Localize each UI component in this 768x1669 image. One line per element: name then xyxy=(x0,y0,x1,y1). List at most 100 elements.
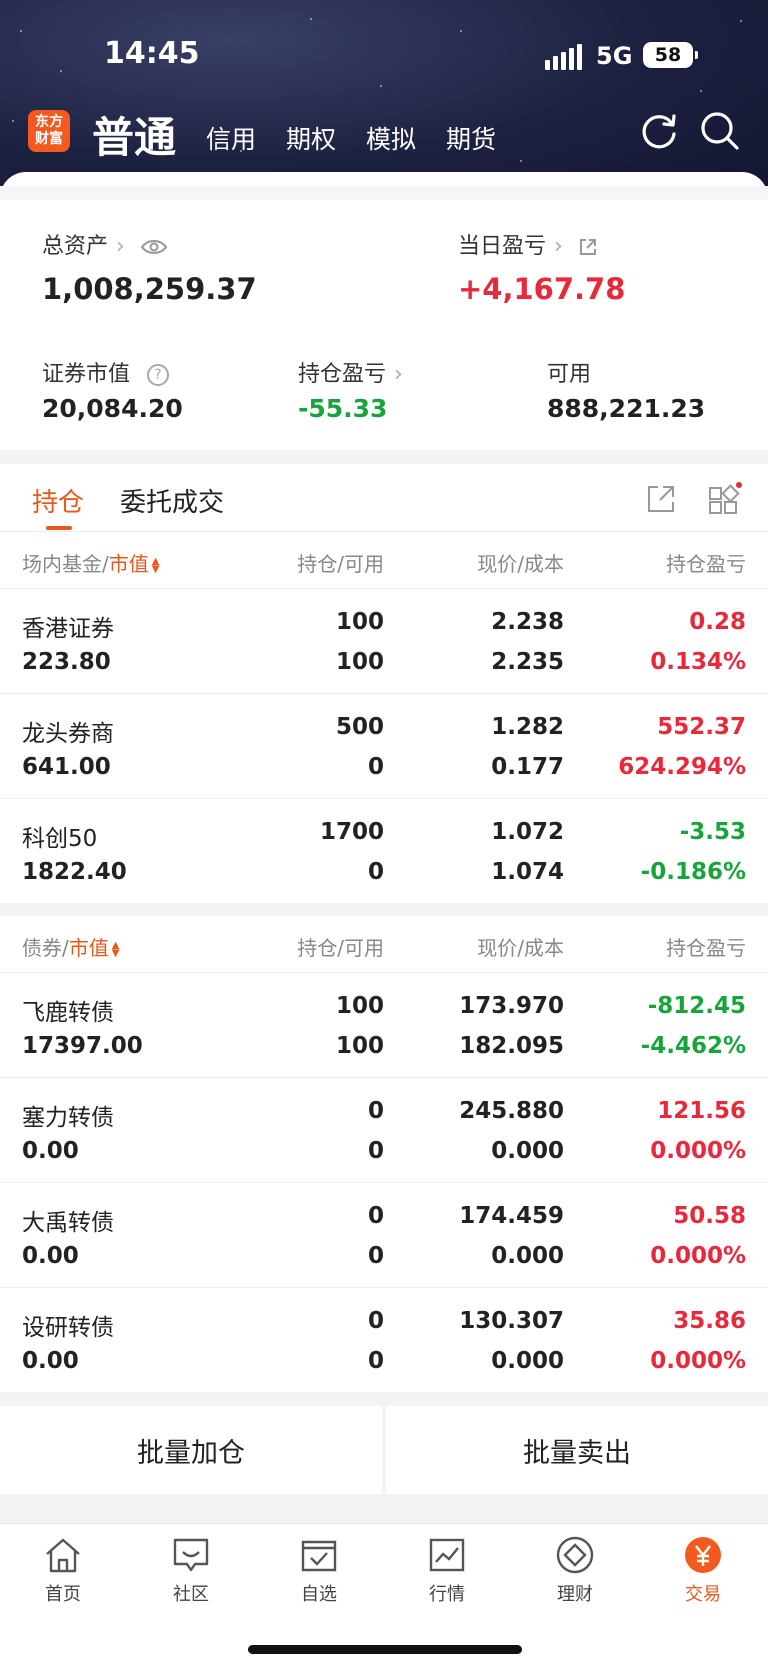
available-value: 888,221.23 xyxy=(547,394,706,423)
table-row[interactable]: 大禹转债 0.00 0 0 174.459 0.000 50.58 0.000% xyxy=(0,1182,768,1287)
table-row[interactable]: 龙头券商 641.00 500 0 1.282 0.177 552.37 624.294% xyxy=(0,693,768,798)
app-header: 14:45 5G 58 东方 财富 普通 信用 期权 模拟 期货 xyxy=(0,0,768,200)
nav-label: 社区 xyxy=(173,1584,209,1605)
tab-positions[interactable]: 持仓 xyxy=(32,482,84,519)
position-pnl-pct: 0.000% xyxy=(650,1348,746,1374)
cost-price: 0.177 xyxy=(491,754,564,780)
position-pnl-pct: 0.134% xyxy=(650,649,746,675)
nav-market[interactable]: 行情 xyxy=(397,1536,497,1606)
tab-options[interactable]: 期权 xyxy=(286,120,336,156)
price-header: 现价/成本 xyxy=(477,552,564,576)
home-indicator[interactable] xyxy=(248,1645,522,1654)
cost-price: 0.000 xyxy=(491,1138,564,1164)
cost-price: 2.235 xyxy=(491,649,564,675)
position-pnl-pct: 0.000% xyxy=(650,1243,746,1269)
refresh-icon[interactable] xyxy=(638,110,680,152)
funds-header: 场内基金/市值 ▲ ▼ 持仓/可用 现价/成本 持仓盈亏 xyxy=(0,532,768,588)
nav-label: 理财 xyxy=(557,1584,593,1605)
positions-tabs: 持仓 委托成交 xyxy=(0,464,768,532)
market-value: 641.00 xyxy=(22,754,111,780)
bonds-sort-header[interactable]: 债券/市值 ▲ ▼ xyxy=(22,932,119,961)
qty-header: 持仓/可用 xyxy=(297,552,384,576)
help-icon[interactable]: ? xyxy=(147,364,170,386)
available-qty: 100 xyxy=(335,1033,384,1059)
pnl-header: 持仓盈亏 xyxy=(666,552,746,576)
available-qty: 0 xyxy=(367,1243,384,1269)
position-pnl-pct: 0.000% xyxy=(650,1138,746,1164)
tab-credit[interactable]: 信用 xyxy=(206,120,256,156)
table-row[interactable]: 塞力转债 0.00 0 0 245.880 0.000 121.56 0.000% xyxy=(0,1077,768,1182)
price-header: 现价/成本 xyxy=(477,936,564,960)
bonds-section: 债券/市值 ▲ ▼ 持仓/可用 现价/成本 持仓盈亏 飞鹿转债 17397.00 100… xyxy=(0,916,768,1392)
position-pnl-pct: -4.462% xyxy=(640,1033,746,1059)
nav-label: 首页 xyxy=(45,1584,81,1605)
table-row[interactable]: 飞鹿转债 17397.00 100 100 173.970 182.095 -812.45 -… xyxy=(0,972,768,1077)
batch-actions: 批量加仓 批量卖出 xyxy=(0,1406,768,1494)
qty-header: 持仓/可用 xyxy=(297,936,384,960)
batch-sell-button[interactable]: 批量卖出 xyxy=(386,1406,768,1494)
nav-wealth[interactable]: 理财 xyxy=(525,1536,625,1606)
available-qty: 0 xyxy=(367,859,384,885)
tab-normal[interactable]: 普通 xyxy=(92,104,176,165)
current-price: 174.459 xyxy=(459,1203,564,1229)
nav-home[interactable]: 首页 xyxy=(13,1536,113,1606)
export-icon[interactable] xyxy=(646,484,676,514)
position-pnl: -3.53 xyxy=(679,819,746,845)
bonds-header: 债券/市值 ▲ ▼ 持仓/可用 现价/成本 持仓盈亏 xyxy=(0,916,768,972)
current-price: 173.970 xyxy=(459,993,564,1019)
position-pnl: 35.86 xyxy=(673,1308,746,1334)
current-price: 2.238 xyxy=(491,609,564,635)
funds-sort-header[interactable]: 场内基金/市值 ▲ ▼ xyxy=(22,548,159,577)
market-value: 223.80 xyxy=(22,649,111,675)
tab-orders[interactable]: 委托成交 xyxy=(120,482,224,519)
table-row[interactable]: 科创50 1822.40 1700 0 1.072 1.074 -3.53 -0.186% xyxy=(0,798,768,903)
available-label: 可用 xyxy=(547,362,592,387)
asset-summary: 总资产 › 1,008,259.37 当日盈亏 › +4,167.78 证券市值 ?… xyxy=(0,172,768,450)
nav-trade[interactable]: 交易 xyxy=(653,1536,753,1606)
nav-label: 交易 xyxy=(685,1584,721,1605)
status-time: 14:45 xyxy=(104,36,200,71)
pnl-header: 持仓盈亏 xyxy=(666,936,746,960)
position-pnl-pct: 624.294% xyxy=(618,754,746,780)
eye-icon[interactable] xyxy=(140,238,168,256)
search-icon[interactable] xyxy=(699,110,741,152)
battery-icon: 58 xyxy=(643,42,698,68)
market-value: 0.00 xyxy=(22,1348,79,1374)
current-price: 245.880 xyxy=(459,1098,564,1124)
market-value: 0.00 xyxy=(22,1138,79,1164)
grid-menu-icon[interactable] xyxy=(708,482,742,516)
position-pnl-label[interactable]: 持仓盈亏 › xyxy=(298,356,403,388)
total-assets-label[interactable]: 总资产 › xyxy=(42,228,168,260)
tab-futures[interactable]: 期货 xyxy=(446,120,496,156)
cost-price: 182.095 xyxy=(459,1033,564,1059)
table-row[interactable]: 香港证券 223.80 100 100 2.238 2.235 0.28 0.134% xyxy=(0,588,768,693)
security-name: 科创50 xyxy=(22,826,98,852)
security-name: 龙头券商 xyxy=(22,721,114,747)
nav-watchlist[interactable]: 自选 xyxy=(269,1536,369,1606)
current-price: 130.307 xyxy=(459,1308,564,1334)
chat-icon xyxy=(173,1538,209,1572)
security-name: 飞鹿转债 xyxy=(22,1000,114,1026)
diamond-icon xyxy=(556,1536,594,1574)
holding-qty: 0 xyxy=(367,1308,384,1334)
position-pnl: 50.58 xyxy=(673,1203,746,1229)
nav-community[interactable]: 社区 xyxy=(141,1536,241,1606)
table-row[interactable]: 设研转债 0.00 0 0 130.307 0.000 35.86 0.000% xyxy=(0,1287,768,1392)
signal-icon xyxy=(545,44,582,70)
app-logo: 东方 财富 xyxy=(28,110,70,152)
batch-buy-button[interactable]: 批量加仓 xyxy=(0,1406,382,1494)
position-pnl: 0.28 xyxy=(689,609,746,635)
tab-simulation[interactable]: 模拟 xyxy=(366,120,416,156)
market-value: 17397.00 xyxy=(22,1033,143,1059)
nav-label: 行情 xyxy=(429,1584,465,1605)
market-value: 1822.40 xyxy=(22,859,127,885)
available-qty: 0 xyxy=(367,754,384,780)
holding-qty: 100 xyxy=(335,993,384,1019)
holding-qty: 1700 xyxy=(319,819,384,845)
daily-pnl-label[interactable]: 当日盈亏 › xyxy=(458,228,598,260)
current-price: 1.072 xyxy=(491,819,564,845)
position-pnl: 121.56 xyxy=(657,1098,746,1124)
share-icon[interactable] xyxy=(578,237,598,257)
holding-qty: 100 xyxy=(335,609,384,635)
market-value-label: 证券市值 ? xyxy=(42,356,170,388)
